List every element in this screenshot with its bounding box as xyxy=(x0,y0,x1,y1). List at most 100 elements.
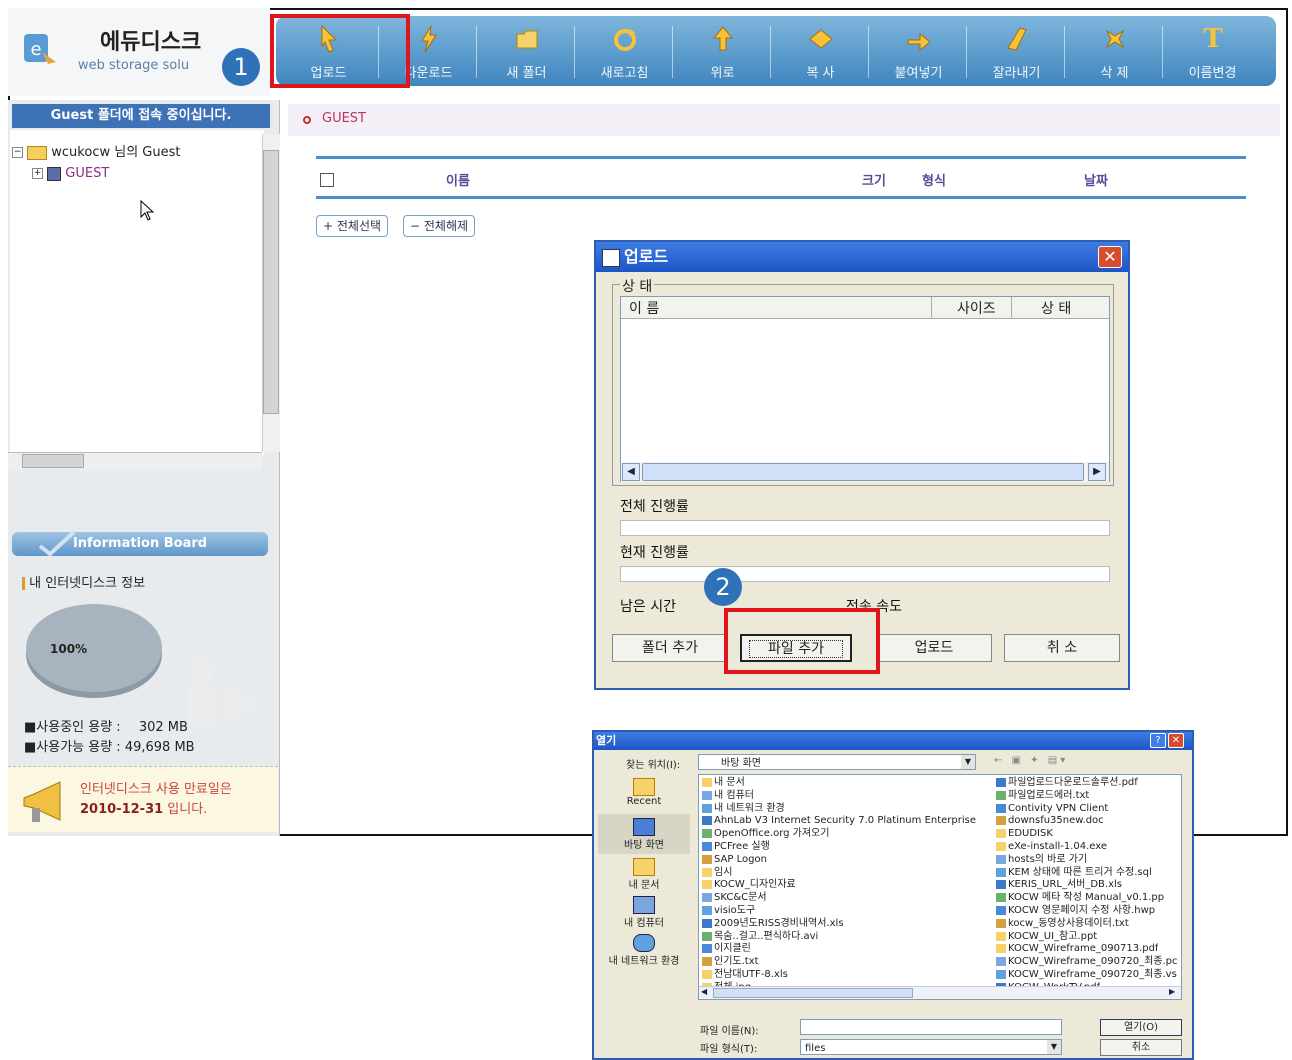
toolbar-cut-button[interactable]: 잘라내기 xyxy=(968,16,1065,86)
scroll-right-icon[interactable]: ▶ xyxy=(1169,987,1175,996)
file-item[interactable]: 2009년도RISS경비내역서.xls xyxy=(714,917,844,930)
usage-pie-chart xyxy=(24,600,164,700)
file-item[interactable]: visio도구 xyxy=(714,904,755,917)
filename-input[interactable] xyxy=(800,1019,1062,1035)
file-item[interactable]: KEM 상태에 따른 트리거 수정.sql xyxy=(1008,866,1152,879)
edudisk-logo-icon: e xyxy=(20,28,60,68)
column-header-type[interactable]: 형식 xyxy=(922,170,946,189)
open-dialog-close-icon[interactable]: ✕ xyxy=(1168,733,1184,748)
toolbar-up-button[interactable]: 위로 xyxy=(674,16,771,86)
deselect-all-button[interactable]: − 전체해제 xyxy=(403,215,476,237)
file-item[interactable]: Contivity VPN Client xyxy=(1008,802,1108,815)
scroll-right-icon[interactable]: ▶ xyxy=(1088,463,1106,481)
file-item[interactable]: KOCW_디자인자료 xyxy=(714,878,796,891)
open-dialog-titlebar: 열기 xyxy=(594,732,1192,750)
file-item[interactable]: 내 컴퓨터 xyxy=(714,789,754,802)
upload-button[interactable]: 업로드 xyxy=(876,634,992,662)
scroll-left-icon[interactable]: ◀ xyxy=(701,987,707,996)
file-item[interactable]: 전남대UTF-8.xls xyxy=(714,968,788,981)
file-item[interactable]: KERIS_URL_서버_DB.xls xyxy=(1008,878,1122,891)
lightning-icon xyxy=(416,24,442,54)
upload-list-hscroll-thumb[interactable] xyxy=(642,463,1084,481)
open-button[interactable]: 열기(O) xyxy=(1100,1019,1182,1036)
file-item[interactable]: OpenOffice.org 가져오기 xyxy=(714,827,829,840)
file-item[interactable]: KOCW_UI_참고.ppt xyxy=(1008,930,1097,943)
megaphone-icon xyxy=(20,780,72,827)
file-item[interactable]: SAP Logon xyxy=(714,853,767,866)
file-item[interactable]: 인기도.txt xyxy=(714,955,759,968)
help-icon[interactable]: ? xyxy=(1150,733,1166,748)
expand-icon[interactable]: + xyxy=(32,168,43,179)
file-list-hscrollbar[interactable]: ◀ ▶ xyxy=(699,986,1181,999)
column-header-date[interactable]: 날짜 xyxy=(1084,170,1108,189)
file-item[interactable]: PCFree 실행 xyxy=(714,840,770,853)
file-item[interactable]: 내 네트워크 환경 xyxy=(714,802,785,815)
tree-item-root[interactable]: − wcukocw 님의 Guest xyxy=(12,141,180,160)
file-item[interactable]: KOCW_Wireframe_090713.pdf xyxy=(1008,942,1158,955)
close-icon[interactable]: ✕ xyxy=(1098,246,1122,268)
toolbar-rename-button[interactable]: T 이름변경 xyxy=(1164,16,1261,86)
look-in-dropdown[interactable]: 바탕 화면 ▼ xyxy=(698,754,976,770)
add-folder-button[interactable]: 폴더 추가 xyxy=(612,634,728,662)
file-icon xyxy=(996,842,1006,851)
tree-hscroll-thumb[interactable] xyxy=(22,454,84,468)
file-item[interactable]: KOCW 영문페이지 수정 사항.hwp xyxy=(1008,904,1155,917)
usage-summary: ■사용중인 용량 : 302 MB ■사용가능 용량 : 49,698 MB xyxy=(24,720,195,755)
navigation-toolbar[interactable]: ← ▣ ✦ ▤▾ xyxy=(994,755,1068,766)
file-item[interactable]: eXe-install-1.04.exe xyxy=(1008,840,1107,853)
cancel-button[interactable]: 취 소 xyxy=(1004,634,1120,662)
file-icon xyxy=(996,957,1006,967)
place-my-documents[interactable]: 내 문서 xyxy=(598,858,690,891)
file-item[interactable]: 파일업로드에러.txt xyxy=(1008,789,1089,802)
place-recent[interactable]: Recent xyxy=(598,778,690,807)
chevron-down-icon[interactable]: ▼ xyxy=(1047,1040,1061,1054)
file-list-hscroll-thumb[interactable] xyxy=(713,988,913,998)
tree-scroll-thumb[interactable] xyxy=(263,150,279,414)
breadcrumb: GUEST xyxy=(322,111,366,126)
file-item[interactable]: KOCW_Wireframe_090720_최종.vs xyxy=(1008,968,1177,981)
file-item[interactable]: downsfu35new.doc xyxy=(1008,814,1104,827)
upload-list-header: 이 름 사이즈 상 태 xyxy=(621,297,1109,319)
file-item[interactable]: KOCW_Wireframe_090720_최종.pc xyxy=(1008,955,1178,968)
file-item[interactable]: hosts의 바로 가기 xyxy=(1008,853,1087,866)
open-dialog-cancel-button[interactable]: 취소 xyxy=(1100,1039,1182,1056)
column-header-name[interactable]: 이름 xyxy=(446,170,470,189)
file-item[interactable]: SKC&C문서 xyxy=(714,891,767,904)
file-icon xyxy=(702,931,712,941)
toolbar-copy-button[interactable]: 복 사 xyxy=(772,16,869,86)
toolbar-new-folder-button[interactable]: 새 폴더 xyxy=(478,16,575,86)
chevron-down-icon[interactable]: ▼ xyxy=(961,755,975,769)
filetype-dropdown[interactable]: files ▼ xyxy=(800,1039,1062,1055)
toolbar-paste-button[interactable]: 붙여넣기 xyxy=(870,16,967,86)
select-all-button[interactable]: + 전체선택 xyxy=(316,215,389,237)
file-item[interactable]: 임시 xyxy=(714,866,732,879)
logo-title: 에듀디스크 xyxy=(100,30,202,55)
computer-icon xyxy=(633,896,655,914)
tree-item-guest[interactable]: + GUEST xyxy=(32,166,109,181)
file-icon xyxy=(996,931,1006,941)
place-network[interactable]: 내 네트워크 환경 xyxy=(598,934,690,967)
list-col-name[interactable]: 이 름 xyxy=(629,298,659,318)
file-item[interactable]: 목숨..걸고..편식하다.avi xyxy=(714,930,818,943)
upload-file-list[interactable] xyxy=(620,296,1110,482)
column-header-size[interactable]: 크기 xyxy=(862,170,886,189)
upload-dialog-titlebar: 업로드 xyxy=(596,242,1128,272)
file-item[interactable]: KOCW 메타 작성 Manual_v0.1.pp xyxy=(1008,891,1164,904)
file-item[interactable]: EDUDISK xyxy=(1008,827,1053,840)
select-all-checkbox[interactable] xyxy=(320,173,334,187)
file-item[interactable]: 파일업로드다운로드솔루션.pdf xyxy=(1008,776,1138,789)
toolbar-delete-button[interactable]: 삭 제 xyxy=(1066,16,1163,86)
file-item[interactable]: kocw_동영상사용데이터.txt xyxy=(1008,917,1129,930)
file-icon xyxy=(996,829,1006,839)
file-icon xyxy=(996,790,1006,800)
toolbar-refresh-button[interactable]: 새로고침 xyxy=(576,16,673,86)
scroll-left-icon[interactable]: ◀ xyxy=(622,463,640,481)
file-item[interactable]: AhnLab V3 Internet Security 7.0 Platinum… xyxy=(714,814,976,827)
file-item[interactable]: 이지클린 xyxy=(714,942,751,955)
file-item[interactable]: 내 문서 xyxy=(714,776,745,789)
list-col-size[interactable]: 사이즈 xyxy=(957,298,996,318)
place-desktop[interactable]: 바탕 화면 xyxy=(598,814,690,854)
collapse-icon[interactable]: − xyxy=(12,147,23,158)
place-my-computer[interactable]: 내 컴퓨터 xyxy=(598,896,690,929)
breadcrumb-bar xyxy=(288,104,1280,136)
